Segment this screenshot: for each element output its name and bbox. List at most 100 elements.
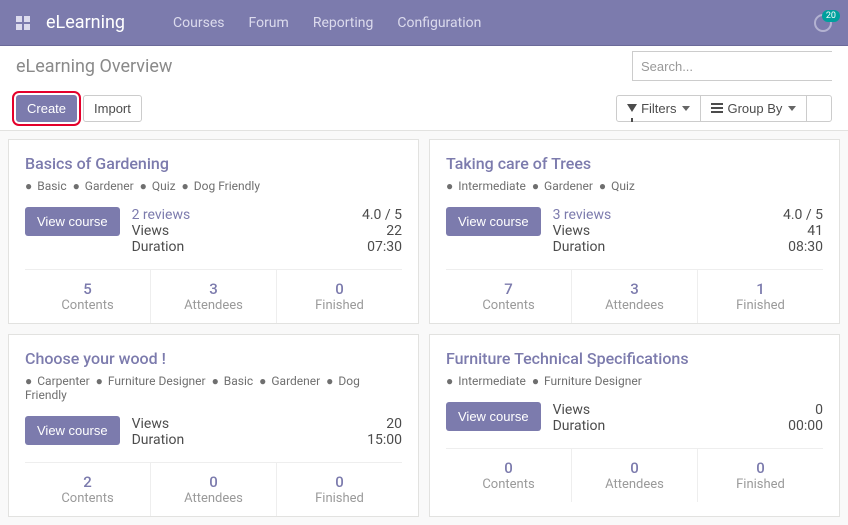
stat-attendees[interactable]: 3Attendees bbox=[571, 270, 697, 323]
groupby-label: Group By bbox=[727, 101, 782, 116]
view-course-button[interactable]: View course bbox=[446, 207, 541, 236]
bottom-stats: 5Contents3Attendees0Finished bbox=[25, 269, 402, 323]
stat-contents[interactable]: 7Contents bbox=[446, 270, 571, 323]
import-button[interactable]: Import bbox=[83, 95, 142, 122]
card-tags: ● Intermediate ● Furniture Designer bbox=[446, 374, 823, 388]
clock-icon[interactable]: 20 bbox=[814, 14, 832, 32]
stat-contents[interactable]: 5Contents bbox=[25, 270, 150, 323]
stat-contents[interactable]: 0Contents bbox=[446, 449, 571, 502]
stat-number: 0 bbox=[576, 459, 693, 477]
card-title[interactable]: Taking care of Trees bbox=[446, 154, 823, 173]
stat-number: 0 bbox=[281, 473, 398, 491]
views-value: 0 bbox=[788, 402, 823, 418]
card-stats: Views 0 Duration 00:00 bbox=[553, 402, 823, 434]
stat-number: 0 bbox=[281, 280, 398, 298]
stat-attendees[interactable]: 0Attendees bbox=[571, 449, 697, 502]
duration-value: 08:30 bbox=[783, 239, 823, 255]
stat-label: Contents bbox=[450, 477, 567, 492]
course-card[interactable]: Taking care of Trees ● Intermediate ● Gar… bbox=[429, 139, 840, 324]
views-label: Views bbox=[553, 402, 777, 418]
stat-label: Contents bbox=[29, 298, 146, 313]
view-course-button[interactable]: View course bbox=[25, 416, 120, 445]
stat-number: 0 bbox=[450, 459, 567, 477]
filters-label: Filters bbox=[641, 101, 676, 116]
stat-number: 1 bbox=[702, 280, 819, 298]
card-stats: 2 reviews 4.0 / 5 Views 22 Duration 07:30 bbox=[132, 207, 402, 255]
nav-configuration[interactable]: Configuration bbox=[397, 15, 481, 31]
brand-title: eLearning bbox=[46, 12, 125, 33]
views-value: 22 bbox=[362, 223, 402, 239]
card-tags: ● Intermediate ● Gardener ● Quiz bbox=[446, 179, 823, 193]
view-course-button[interactable]: View course bbox=[446, 402, 541, 431]
views-label: Views bbox=[553, 223, 771, 239]
apps-icon[interactable] bbox=[16, 16, 30, 30]
stat-label: Finished bbox=[281, 298, 398, 313]
stat-finished[interactable]: 1Finished bbox=[697, 270, 823, 323]
stat-number: 2 bbox=[29, 473, 146, 491]
duration-value: 15:00 bbox=[367, 432, 402, 448]
nav-forum[interactable]: Forum bbox=[248, 15, 288, 31]
stat-finished[interactable]: 0Finished bbox=[276, 463, 402, 516]
rating-value: 4.0 / 5 bbox=[783, 207, 823, 223]
card-stats: Views20Duration15:00 bbox=[132, 416, 402, 448]
card-title[interactable]: Furniture Technical Specifications bbox=[446, 349, 823, 368]
search-input[interactable] bbox=[641, 59, 824, 74]
bars-icon bbox=[711, 103, 723, 113]
card-tags: ● Carpenter ● Furniture Designer ● Basic… bbox=[25, 374, 402, 402]
bottom-stats: 7Contents3Attendees1Finished bbox=[446, 269, 823, 323]
stat-label: Attendees bbox=[576, 298, 693, 313]
breadcrumb: eLearning Overview bbox=[16, 56, 172, 77]
views-label: Views bbox=[132, 223, 350, 239]
more-button[interactable] bbox=[806, 95, 832, 122]
rating-value: 4.0 / 5 bbox=[362, 207, 402, 223]
view-course-button[interactable]: View course bbox=[25, 207, 120, 236]
stat-label: Attendees bbox=[155, 491, 272, 506]
card-title[interactable]: Choose your wood ! bbox=[25, 349, 402, 368]
stat-label: Finished bbox=[702, 477, 819, 492]
chevron-down-icon bbox=[788, 106, 796, 111]
views-value: 20 bbox=[367, 416, 402, 432]
groupby-button[interactable]: Group By bbox=[700, 95, 807, 122]
stat-finished[interactable]: 0Finished bbox=[697, 449, 823, 502]
reviews-link[interactable]: 3 reviews bbox=[553, 207, 771, 223]
activity-count: 20 bbox=[822, 10, 840, 22]
duration-value: 07:30 bbox=[362, 239, 402, 255]
stat-number: 3 bbox=[576, 280, 693, 298]
duration-label: Duration bbox=[132, 239, 350, 255]
create-button[interactable]: Create bbox=[16, 95, 77, 122]
stat-attendees[interactable]: 0Attendees bbox=[150, 463, 276, 516]
navbar: eLearning Courses Forum Reporting Config… bbox=[0, 0, 848, 46]
chevron-down-icon bbox=[682, 106, 690, 111]
reviews-link[interactable]: 2 reviews bbox=[132, 207, 350, 223]
bottom-stats: 0Contents0Attendees0Finished bbox=[446, 448, 823, 502]
nav-reporting[interactable]: Reporting bbox=[313, 15, 374, 31]
stat-label: Contents bbox=[29, 491, 146, 506]
stat-number: 0 bbox=[155, 473, 272, 491]
control-panel: eLearning Overview Create Import Filters… bbox=[0, 46, 848, 131]
stat-finished[interactable]: 0Finished bbox=[276, 270, 402, 323]
stat-number: 7 bbox=[450, 280, 567, 298]
stat-contents[interactable]: 2Contents bbox=[25, 463, 150, 516]
stat-label: Finished bbox=[281, 491, 398, 506]
search-box[interactable] bbox=[632, 51, 832, 81]
duration-value: 00:00 bbox=[788, 418, 823, 434]
stat-number: 3 bbox=[155, 280, 272, 298]
duration-label: Duration bbox=[553, 239, 771, 255]
nav-courses[interactable]: Courses bbox=[173, 15, 224, 31]
stat-attendees[interactable]: 3Attendees bbox=[150, 270, 276, 323]
kanban-view: Basics of Gardening ● Basic ● Gardener ● … bbox=[0, 131, 848, 525]
stat-number: 0 bbox=[702, 459, 819, 477]
course-card[interactable]: Basics of Gardening ● Basic ● Gardener ● … bbox=[8, 139, 419, 324]
duration-label: Duration bbox=[553, 418, 777, 434]
stat-label: Attendees bbox=[576, 477, 693, 492]
stat-number: 5 bbox=[29, 280, 146, 298]
views-value: 41 bbox=[783, 223, 823, 239]
course-card[interactable]: Furniture Technical Specifications ● Inte… bbox=[429, 334, 840, 517]
card-title[interactable]: Basics of Gardening bbox=[25, 154, 402, 173]
stat-label: Contents bbox=[450, 298, 567, 313]
search-options: Filters Group By bbox=[616, 95, 832, 122]
card-tags: ● Basic ● Gardener ● Quiz ● Dog Friendly bbox=[25, 179, 402, 193]
filters-button[interactable]: Filters bbox=[616, 95, 701, 122]
card-stats: 3 reviews 4.0 / 5 Views 41 Duration 08:30 bbox=[553, 207, 823, 255]
course-card[interactable]: Choose your wood ! ● Carpenter ● Furnitur… bbox=[8, 334, 419, 517]
